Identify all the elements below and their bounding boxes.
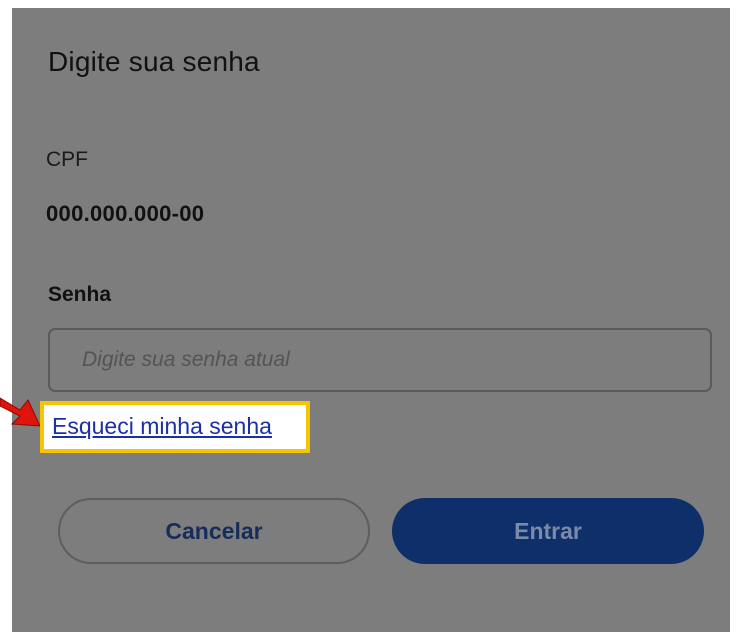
arrow-right-icon — [0, 397, 40, 427]
password-dialog: Digite sua senha CPF 000.000.000-00 Senh… — [12, 8, 730, 632]
enter-button[interactable]: Entrar — [392, 498, 704, 564]
dialog-title: Digite sua senha — [48, 46, 260, 77]
forgot-password-highlight: Esqueci minha senha — [40, 401, 310, 453]
cpf-label: CPF — [46, 148, 88, 171]
cpf-value: 000.000.000-00 — [46, 201, 205, 226]
password-input[interactable] — [48, 328, 712, 392]
cancel-button[interactable]: Cancelar — [58, 498, 370, 564]
password-label: Senha — [48, 283, 112, 306]
forgot-password-link[interactable]: Esqueci minha senha — [52, 413, 272, 440]
